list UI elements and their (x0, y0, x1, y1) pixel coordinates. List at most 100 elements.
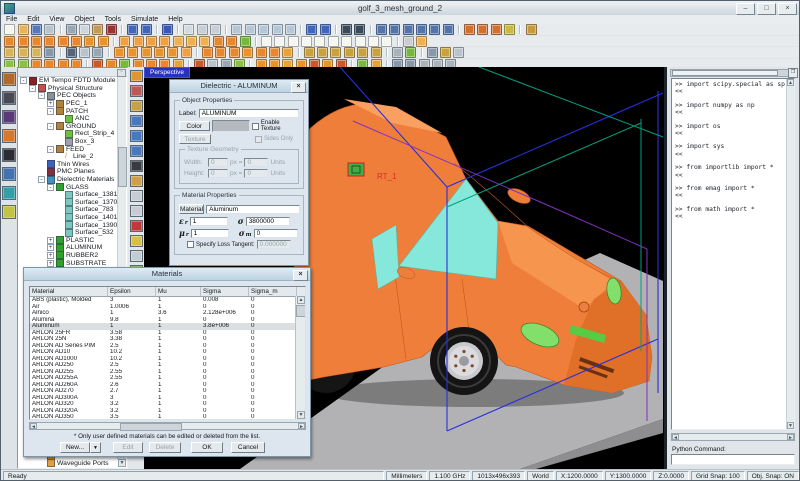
arc-icon[interactable] (288, 36, 299, 47)
cone-icon[interactable] (31, 36, 42, 47)
width-px-input[interactable] (208, 158, 228, 167)
column-header-sigma_m[interactable]: Sigma_m (249, 287, 297, 296)
tree-mesh-icon[interactable] (66, 47, 77, 58)
show-normals-icon[interactable] (429, 24, 440, 35)
tree-scrollbar-thumb[interactable] (118, 147, 127, 187)
label-input[interactable] (199, 109, 299, 118)
panel-restore-icon[interactable]: ❒ (788, 68, 798, 78)
ok-button[interactable]: OK (191, 442, 223, 453)
dielectric-dialog-title[interactable]: Dielectric - ALUMINUM × (170, 80, 308, 93)
sphere-icon[interactable] (4, 36, 15, 47)
tree-item-physical-structure[interactable]: -Physical Structure (18, 85, 127, 93)
tree-expand-icon[interactable]: + (47, 100, 54, 107)
materials-scroll-up[interactable]: ▲ (297, 296, 305, 304)
triangle-plane-icon[interactable] (173, 36, 184, 47)
gear-intersect-icon[interactable] (330, 47, 341, 58)
color-button[interactable]: Color (179, 121, 210, 131)
materials-dialog-title[interactable]: Materials × (24, 268, 310, 281)
revolve-icon[interactable] (154, 47, 165, 58)
point-icon[interactable] (368, 36, 379, 47)
tree-expand-icon[interactable]: + (47, 237, 54, 244)
viewport-window-icon[interactable] (130, 70, 143, 82)
box-icon[interactable] (133, 36, 144, 47)
material-name-input[interactable] (206, 205, 300, 214)
material-row-arlon-ad350[interactable]: ARLON AD3503.5100 (30, 414, 305, 420)
zoom-extents-icon[interactable] (272, 24, 283, 35)
show-all-icon[interactable] (491, 24, 502, 35)
materials-table-vscrollbar[interactable]: ▲ ▼ (295, 296, 305, 419)
orbit-view-icon[interactable] (197, 24, 208, 35)
undo-icon[interactable] (127, 24, 138, 35)
spiral-icon[interactable] (341, 36, 352, 47)
rotate-object-icon[interactable] (18, 47, 29, 58)
layers-icon[interactable] (215, 47, 226, 58)
tree-item-box-3[interactable]: Box_3 (18, 138, 127, 146)
tree-expand-icon[interactable]: - (29, 85, 36, 92)
tree-item-feed[interactable]: -FEED (18, 145, 127, 153)
tree-expand-icon[interactable]: + (47, 244, 54, 251)
viewport-view-label[interactable]: Perspective (144, 67, 190, 78)
sides-only-checkbox[interactable] (255, 136, 262, 143)
save-view-icon[interactable] (130, 250, 143, 262)
tree-expand-icon[interactable]: - (47, 108, 54, 115)
open-icon[interactable] (18, 24, 29, 35)
zoom-out-icon[interactable] (245, 24, 256, 35)
wheel-tool-icon[interactable] (181, 47, 192, 58)
new-material-dropdown-icon[interactable]: ▼ (90, 442, 101, 453)
tree-expand-icon[interactable]: + (47, 252, 54, 259)
height-units-input[interactable] (244, 169, 268, 178)
materials-scroll-down[interactable]: ▼ (297, 411, 305, 419)
materials-hscroll-thumb[interactable] (120, 423, 182, 431)
mu-input[interactable] (191, 229, 229, 238)
redo-icon[interactable] (141, 24, 152, 35)
move-object-icon[interactable] (4, 47, 15, 58)
hide-object-icon[interactable] (477, 24, 488, 35)
clone-icon[interactable] (114, 47, 125, 58)
python-command-input[interactable] (671, 454, 795, 465)
fixed-point-icon[interactable] (130, 160, 143, 172)
tree-item-dielectric-materials[interactable]: -Dielectric Materials (18, 176, 127, 184)
tree-item-thin-wires[interactable]: Thin Wires (18, 161, 127, 169)
curve-icon[interactable] (328, 36, 339, 47)
check-red-icon[interactable] (130, 220, 143, 232)
polyline-icon[interactable] (274, 36, 285, 47)
console-scroll-right[interactable]: ► (787, 434, 794, 440)
tree-scroll-down-button[interactable]: ▼ (118, 459, 126, 467)
gear-subtract-icon[interactable] (317, 47, 328, 58)
delete-material-button[interactable]: Delete (149, 442, 181, 453)
module-orange-icon[interactable] (2, 129, 16, 143)
gear-settings-icon[interactable] (392, 47, 403, 58)
pencil-edit-icon[interactable] (256, 47, 267, 58)
console-scroll-left[interactable]: ◄ (672, 434, 679, 440)
helix-solid-icon[interactable] (240, 36, 251, 47)
select-cursor-icon[interactable] (183, 24, 194, 35)
tree-item-pec-objects[interactable]: -PEC Objects (18, 92, 127, 100)
materials-scroll-thumb[interactable] (296, 305, 306, 317)
module-yellow-icon[interactable] (2, 205, 16, 219)
scale-object-icon[interactable] (31, 47, 42, 58)
display-solid-icon[interactable] (354, 24, 365, 35)
leaf-material-icon[interactable] (405, 47, 416, 58)
freehand-icon[interactable] (381, 36, 392, 47)
tree-item-pmc-planes[interactable]: PMC Planes (18, 168, 127, 176)
copy-icon[interactable] (79, 24, 90, 35)
print-icon[interactable] (44, 24, 55, 35)
taper-solid-icon[interactable] (226, 36, 237, 47)
zoom-in-icon[interactable] (231, 24, 242, 35)
materials-scroll-right[interactable]: ► (298, 423, 305, 429)
show-rulers-icon[interactable] (416, 24, 427, 35)
zoom-selected-icon[interactable] (285, 24, 296, 35)
rect-strip-icon[interactable] (119, 36, 130, 47)
console-scrollbar[interactable]: ▲ ▼ (786, 79, 794, 429)
column-header-mu[interactable]: Mu (156, 287, 201, 296)
module-black-icon[interactable] (2, 148, 16, 162)
material-button[interactable]: Material (179, 204, 204, 214)
new-material-button[interactable]: New... (60, 442, 90, 453)
zoom-window-icon[interactable] (258, 24, 269, 35)
show-boundary-icon[interactable] (443, 24, 454, 35)
tree-panel-dock-button[interactable]: ▫ (117, 69, 126, 77)
delete-icon[interactable] (106, 24, 117, 35)
column-header-material[interactable]: Material (30, 287, 108, 296)
minimize-button[interactable]: – (736, 3, 755, 15)
droplet-icon[interactable] (269, 47, 280, 58)
